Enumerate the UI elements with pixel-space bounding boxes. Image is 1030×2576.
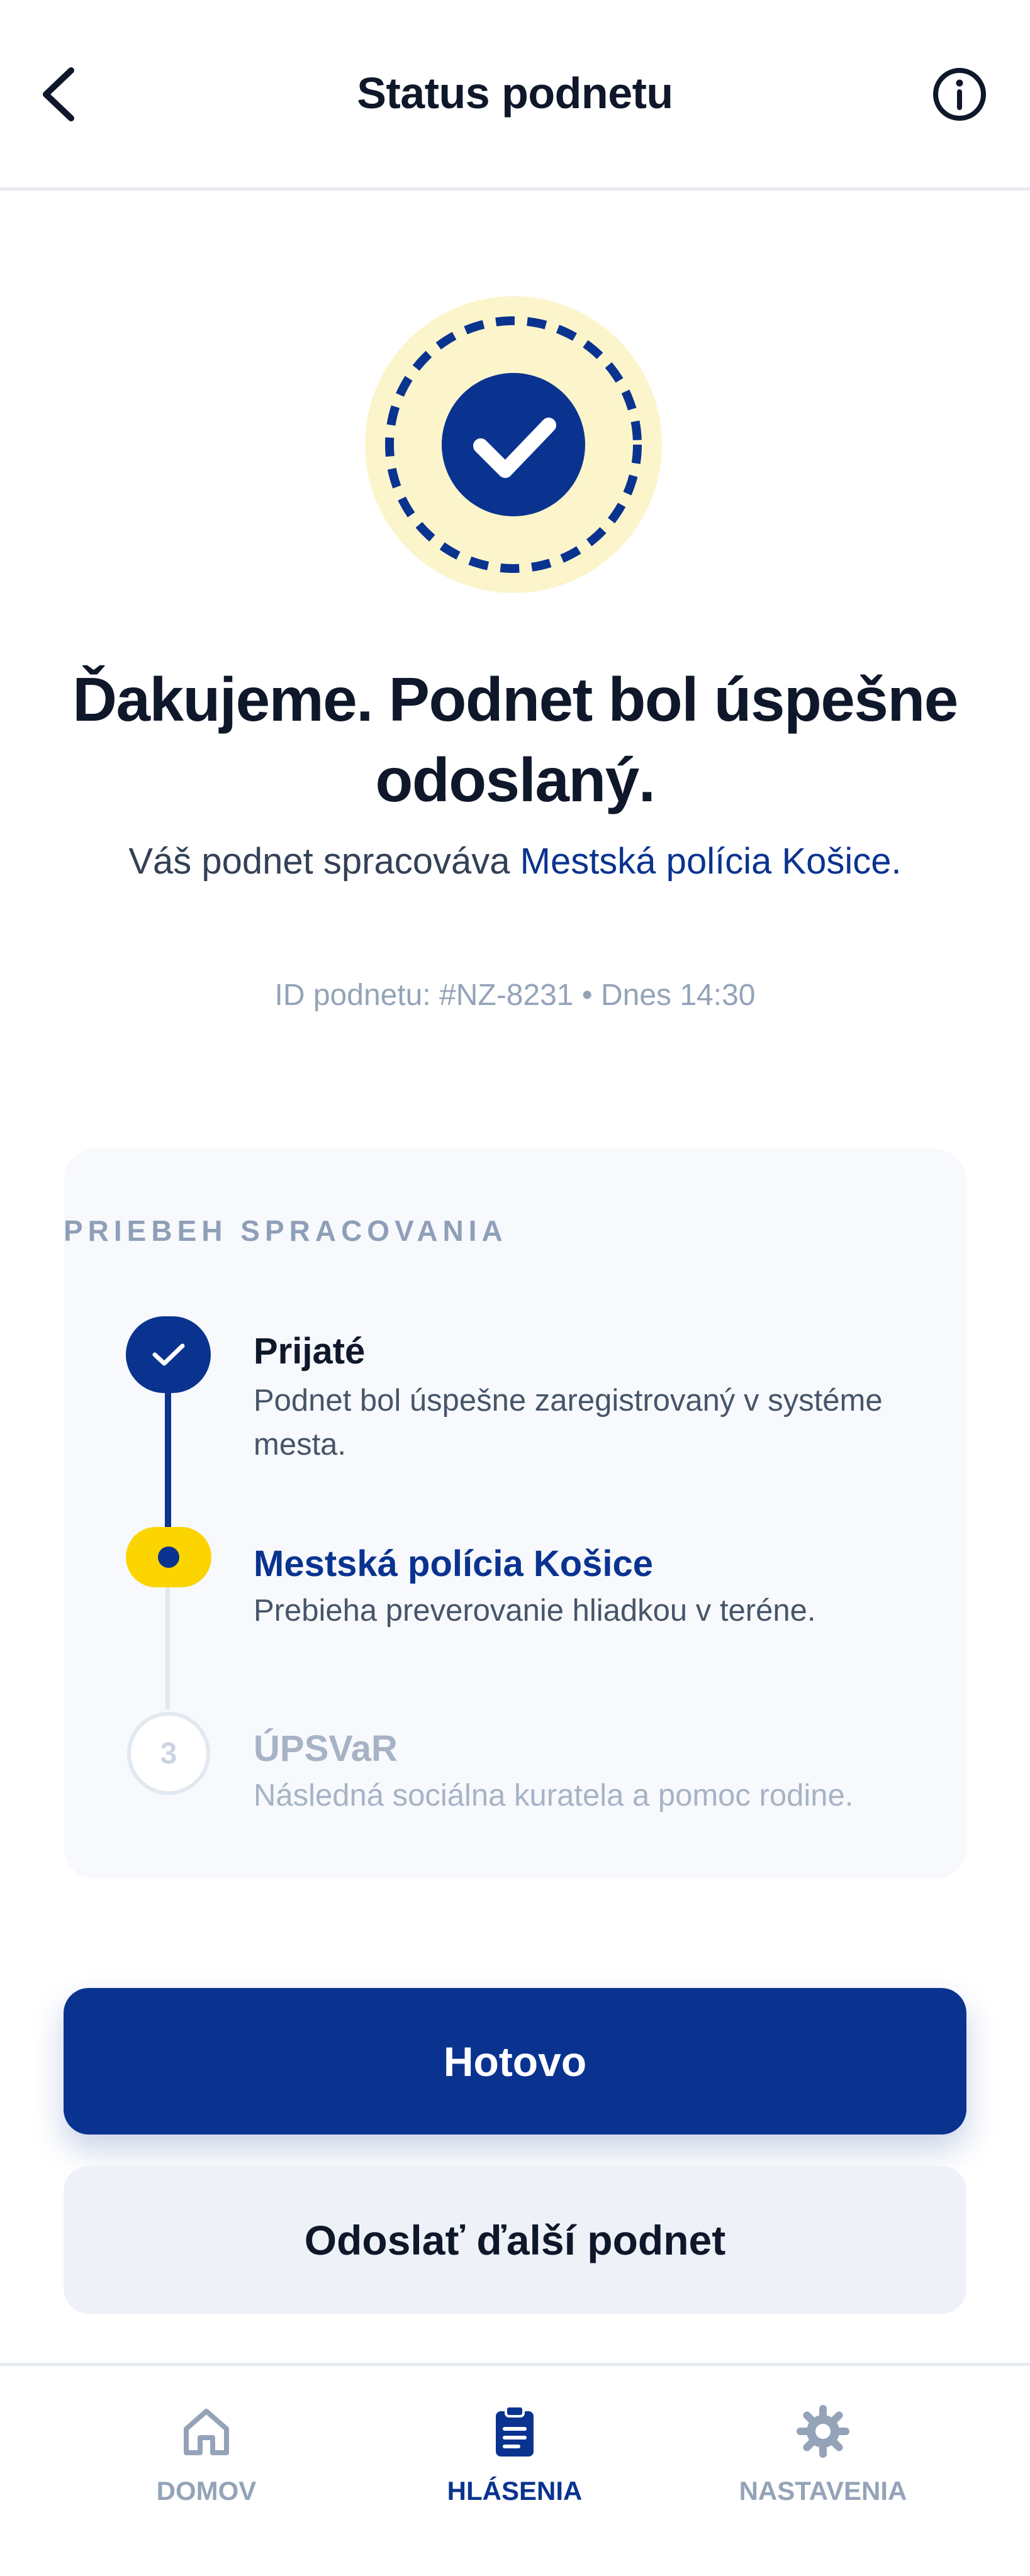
step-active-indicator — [126, 1527, 211, 1587]
info-button[interactable] — [931, 66, 988, 123]
nav-label: DOMOV — [156, 2476, 257, 2506]
app-header: Status podnetu — [0, 0, 1030, 191]
step-done-indicator — [126, 1316, 211, 1393]
page-title: Status podnetu — [357, 69, 673, 118]
step-title: Mestská polícia Košice — [254, 1543, 654, 1584]
timeline-connector-pending — [165, 1584, 170, 1709]
clipboard-icon — [496, 2405, 534, 2457]
nav-item-home[interactable]: DOMOV — [81, 2366, 332, 2555]
step-description: Prebieha preverovanie hliadkou v teréne. — [254, 1594, 816, 1628]
bottom-nav: DOMOV HLÁSENIA NASTAVENIA — [0, 2363, 1030, 2576]
confirmation-headline: Ďakujeme. Podnet bol úspešne odoslaný. — [72, 665, 958, 814]
subtext-prefix: Váš podnet spracováva — [128, 841, 520, 882]
active-dot — [158, 1546, 179, 1568]
info-icon — [933, 68, 986, 121]
check-circle-icon — [365, 296, 662, 593]
success-badge — [365, 296, 662, 593]
nav-label: NASTAVENIA — [739, 2476, 907, 2506]
check-icon — [152, 1343, 184, 1366]
confirmation-subtext: Váš podnet spracováva Mestská polícia Ko… — [101, 833, 929, 890]
step-description: Podnet bol úspešne zaregistrovaný v syst… — [254, 1384, 883, 1462]
step-title: Prijaté — [254, 1331, 366, 1372]
send-another-button[interactable]: Odoslať ďalší podnet — [64, 2166, 966, 2314]
home-icon — [184, 2409, 229, 2455]
step-title: ÚPSVaR — [254, 1728, 398, 1769]
handler-name: Mestská polícia Košice — [520, 841, 892, 882]
nav-item-reports[interactable]: HLÁSENIA — [389, 2366, 641, 2555]
nav-item-settings[interactable]: NASTAVENIA — [697, 2366, 949, 2555]
step-description: Následná sociálna kuratela a pomoc rodin… — [254, 1779, 854, 1813]
nav-label: HLÁSENIA — [447, 2476, 583, 2506]
step-pending-indicator: 3 — [127, 1712, 210, 1795]
progress-title: PRIEBEH SPRACOVANIA — [64, 1214, 508, 1247]
gear-icon — [797, 2405, 849, 2458]
done-button[interactable]: Hotovo — [64, 1988, 966, 2135]
report-meta: ID podnetu: #NZ-8231 • Dnes 14:30 — [274, 979, 756, 1012]
subtext-suffix: . — [891, 841, 902, 882]
